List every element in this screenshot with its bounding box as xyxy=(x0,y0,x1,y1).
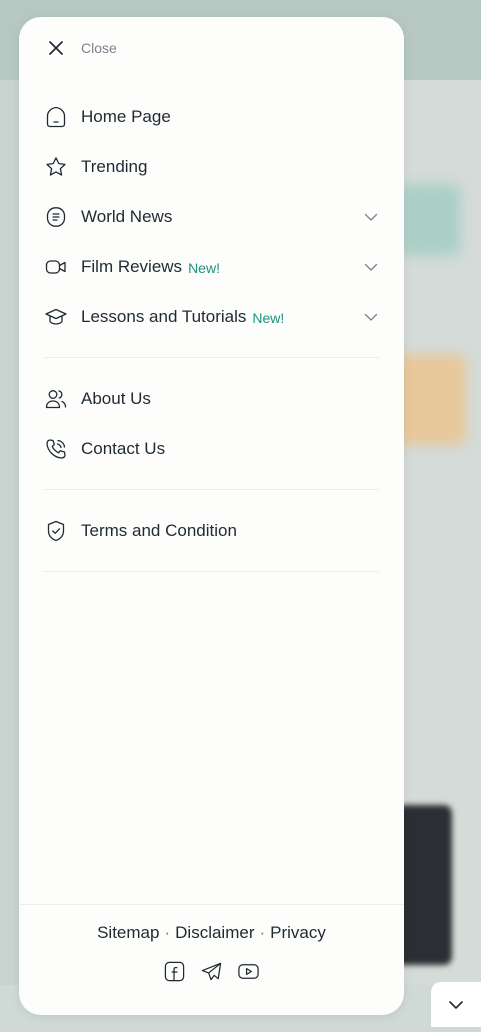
new-badge: New! xyxy=(252,309,285,326)
menu-item-label: Contact Us xyxy=(81,439,166,458)
video-icon xyxy=(44,255,68,279)
new-badge: New! xyxy=(188,259,220,276)
link-separator: · xyxy=(259,923,266,942)
menu-item-home-page[interactable]: Home Page xyxy=(44,92,379,142)
menu-item-film-reviews[interactable]: Film Reviews New! xyxy=(44,242,379,292)
graduation-cap-icon xyxy=(44,305,68,329)
background-video xyxy=(396,805,452,965)
menu-item-trending[interactable]: Trending xyxy=(44,142,379,192)
menu-item-about-us[interactable]: About Us xyxy=(44,374,379,424)
phone-icon xyxy=(44,437,68,461)
chevron-down-icon xyxy=(447,996,465,1014)
navigation-drawer: Close Home Page Trending World News Film… xyxy=(19,17,404,1015)
menu-item-label: Trending xyxy=(81,157,148,176)
link-separator: · xyxy=(164,923,171,942)
footer-divider xyxy=(19,904,404,905)
footer-links: Sitemap · Disclaimer · Privacy xyxy=(19,923,404,943)
menu-list: Home Page Trending World News Film Revie… xyxy=(44,92,379,588)
sitemap-link[interactable]: Sitemap xyxy=(97,923,159,942)
chevron-down-icon[interactable] xyxy=(363,259,379,275)
menu-item-label: World News xyxy=(81,207,173,226)
menu-item-label: Terms and Condition xyxy=(81,521,237,540)
scroll-down-button[interactable] xyxy=(431,982,481,1027)
menu-item-terms-and-condition[interactable]: Terms and Condition xyxy=(44,506,379,556)
star-icon xyxy=(44,155,68,179)
telegram-icon[interactable] xyxy=(200,960,223,983)
news-icon xyxy=(44,205,68,229)
disclaimer-link[interactable]: Disclaimer xyxy=(175,923,254,942)
close-label: Close xyxy=(81,40,117,56)
menu-item-label: Film Reviews xyxy=(81,257,183,276)
menu-item-label: Home Page xyxy=(81,107,171,126)
menu-item-lessons-and-tutorials[interactable]: Lessons and Tutorials New! xyxy=(44,292,379,342)
close-button[interactable]: Close xyxy=(47,37,117,59)
chevron-down-icon[interactable] xyxy=(363,309,379,325)
users-icon xyxy=(44,387,68,411)
privacy-link[interactable]: Privacy xyxy=(270,923,326,942)
menu-item-world-news[interactable]: World News xyxy=(44,192,379,242)
social-links xyxy=(19,960,404,983)
divider xyxy=(44,571,379,572)
background-image xyxy=(396,355,466,445)
menu-item-contact-us[interactable]: Contact Us xyxy=(44,424,379,474)
menu-item-label: Lessons and Tutorials xyxy=(81,307,247,326)
home-icon xyxy=(44,105,68,129)
youtube-icon[interactable] xyxy=(237,960,260,983)
chevron-down-icon[interactable] xyxy=(363,209,379,225)
shield-check-icon xyxy=(44,519,68,543)
facebook-icon[interactable] xyxy=(163,960,186,983)
divider xyxy=(44,489,379,490)
close-icon xyxy=(47,39,65,57)
divider xyxy=(44,357,379,358)
menu-item-label: About Us xyxy=(81,389,151,408)
background-card xyxy=(400,185,460,255)
